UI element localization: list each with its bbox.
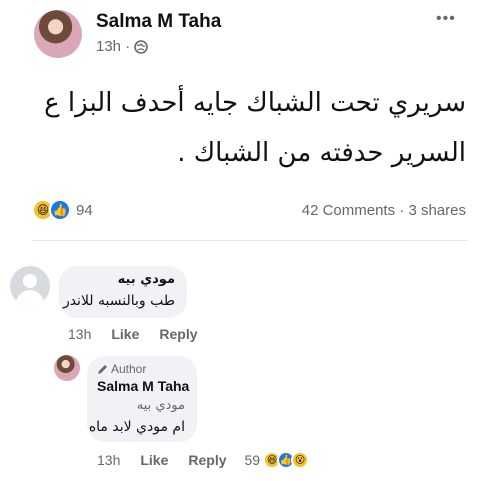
post-stats: 42 Comments · 3 shares [302, 202, 466, 219]
more-icon[interactable]: ••• [436, 10, 456, 28]
reaction-count: 94 [76, 201, 93, 219]
comment-actions: 13h Like Reply [68, 326, 198, 342]
author-badge: Author [97, 362, 146, 376]
post-time-text: 13h · [96, 38, 131, 55]
author-badge-label: Author [111, 362, 147, 376]
reply-bubble: Author Salma M Taha مودي بيه ام مودي لاب… [87, 356, 197, 442]
shares-count[interactable]: 3 shares [408, 202, 466, 219]
post-author-avatar[interactable] [34, 10, 82, 58]
reply-mention[interactable]: مودي بيه [137, 398, 185, 413]
reply-reactions[interactable]: 59 😆 👍 😮 [245, 451, 310, 469]
reply-actions: 13h Like Reply 59 😆 👍 😮 [97, 451, 310, 469]
reply-like-button[interactable]: Like [140, 452, 168, 468]
like-icon: 👍 [49, 199, 71, 221]
comment-time[interactable]: 13h [68, 326, 91, 342]
reply-reaction-count: 59 [244, 452, 261, 468]
post-text-line-2: السرير حدفته من الشباك . [177, 138, 466, 168]
commenter-avatar[interactable] [10, 266, 50, 306]
reply-text: ام مودي لابد ماه [88, 419, 185, 435]
post-divider [32, 240, 468, 241]
post-reactions[interactable]: 😆 👍 94 [32, 199, 93, 221]
comment-reply-button[interactable]: Reply [159, 326, 197, 342]
wow-icon: 😮 [291, 451, 310, 469]
comment-bubble: مودي بيه طب وبالنسبه للاندر [59, 266, 187, 318]
reply-author-avatar[interactable] [54, 355, 80, 381]
pencil-icon [98, 364, 107, 374]
comment-like-button[interactable]: Like [111, 326, 139, 342]
post-author-name[interactable]: Salma M Taha [96, 11, 221, 33]
reply-author-name[interactable]: Salma M Taha [97, 378, 189, 394]
comment-text: طب وبالنسبه للاندر [62, 293, 175, 309]
reply-reply-button[interactable]: Reply [188, 452, 226, 468]
commenter-name[interactable]: مودي بيه [118, 272, 175, 287]
post-time[interactable]: 13h · [96, 38, 149, 55]
comments-count[interactable]: 42 Comments [302, 202, 395, 219]
globe-icon [134, 39, 149, 54]
post-text-line-1: سريري تحت الشباك جايه أحدف البزا ع [44, 88, 466, 118]
reply-time[interactable]: 13h [97, 452, 120, 468]
